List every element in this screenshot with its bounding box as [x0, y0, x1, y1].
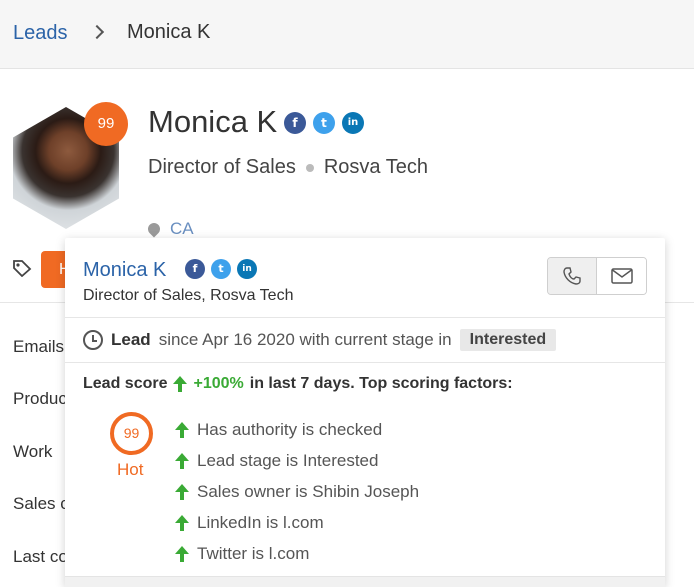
- score-change: +100%: [193, 375, 244, 392]
- arrow-up-icon: [173, 376, 188, 392]
- list-item: Sales owner is Shibin Joseph: [175, 476, 419, 507]
- social-links: f t in: [284, 112, 364, 134]
- field-label-sales: Sales c: [13, 494, 69, 513]
- divider: [65, 317, 665, 318]
- linkedin-icon[interactable]: in: [342, 112, 364, 134]
- arrow-up-icon: [175, 483, 189, 500]
- card-footer: [65, 576, 665, 587]
- score-ring: 99: [110, 412, 153, 455]
- card-lead-name-link[interactable]: Monica K: [83, 259, 166, 282]
- arrow-up-icon: [175, 514, 189, 531]
- factor-text: Has authority is checked: [197, 419, 383, 439]
- factor-text: Lead stage is Interested: [197, 450, 379, 470]
- list-item: Has authority is checked: [175, 414, 419, 445]
- factor-text: Twitter is l.com: [197, 543, 310, 563]
- lead-score-label: Lead score: [83, 375, 168, 392]
- mail-icon: [610, 268, 633, 284]
- lead-stage-line: Lead since Apr 16 2020 with current stag…: [83, 329, 557, 351]
- factor-text: LinkedIn is l.com: [197, 512, 324, 532]
- field-label-products: Produc: [13, 389, 67, 408]
- arrow-up-icon: [175, 452, 189, 469]
- job-title: Director of Sales: [148, 156, 296, 178]
- arrow-up-icon: [175, 421, 189, 438]
- breadcrumb: Leads Monica K: [0, 0, 694, 69]
- lead-hover-card: Monica K f t in Director of Sales, Rosva…: [65, 238, 665, 587]
- email-button[interactable]: [597, 258, 646, 294]
- lifecycle-label: Lead: [111, 330, 151, 349]
- linkedin-icon[interactable]: in: [237, 259, 257, 279]
- score-category: Hot: [117, 460, 144, 479]
- facebook-icon[interactable]: f: [284, 112, 306, 134]
- location-value[interactable]: CA: [170, 219, 194, 239]
- list-item: LinkedIn is l.com: [175, 507, 419, 538]
- phone-icon: [563, 267, 581, 285]
- card-subtitle: Director of Sales, Rosva Tech: [83, 287, 294, 304]
- lead-name: Monica K: [148, 104, 278, 139]
- location: CA: [145, 219, 194, 239]
- list-item: Twitter is l.com: [175, 538, 419, 569]
- field-label-last-contacted: Last co: [13, 547, 68, 566]
- facebook-icon[interactable]: f: [185, 259, 205, 279]
- stage-description: since Apr 16 2020 with current stage in: [158, 330, 452, 349]
- job-title-line: Director of Sales Rosva Tech: [148, 156, 428, 179]
- location-pin-icon: [145, 220, 163, 238]
- contact-actions: [547, 257, 647, 295]
- twitter-icon[interactable]: t: [211, 259, 231, 279]
- clock-icon: [83, 330, 103, 350]
- twitter-icon[interactable]: t: [313, 112, 335, 134]
- score-change-suffix: in last 7 days. Top scoring factors:: [249, 375, 513, 392]
- call-button[interactable]: [548, 258, 598, 294]
- company-name[interactable]: Rosva Tech: [324, 156, 428, 179]
- separator-dot-icon: [305, 163, 314, 172]
- divider: [65, 362, 665, 363]
- field-label-emails: Emails: [13, 337, 65, 356]
- breadcrumb-current: Monica K: [127, 21, 211, 43]
- field-label-work: Work: [13, 442, 53, 461]
- lead-score-summary: Lead score +100% in last 7 days. Top sco…: [83, 375, 513, 393]
- tag-icon[interactable]: [12, 259, 32, 277]
- chevron-right-icon: [89, 24, 105, 40]
- scoring-factors-list: Has authority is checked Lead stage is I…: [175, 414, 419, 569]
- list-item: Lead stage is Interested: [175, 445, 419, 476]
- arrow-up-icon: [175, 545, 189, 562]
- stage-badge: Interested: [459, 329, 557, 351]
- breadcrumb-leads-link[interactable]: Leads: [13, 22, 68, 45]
- card-social-links: f t in: [185, 259, 257, 279]
- factor-text: Sales owner is Shibin Joseph: [197, 481, 420, 501]
- lead-score-badge: 99: [84, 102, 128, 146]
